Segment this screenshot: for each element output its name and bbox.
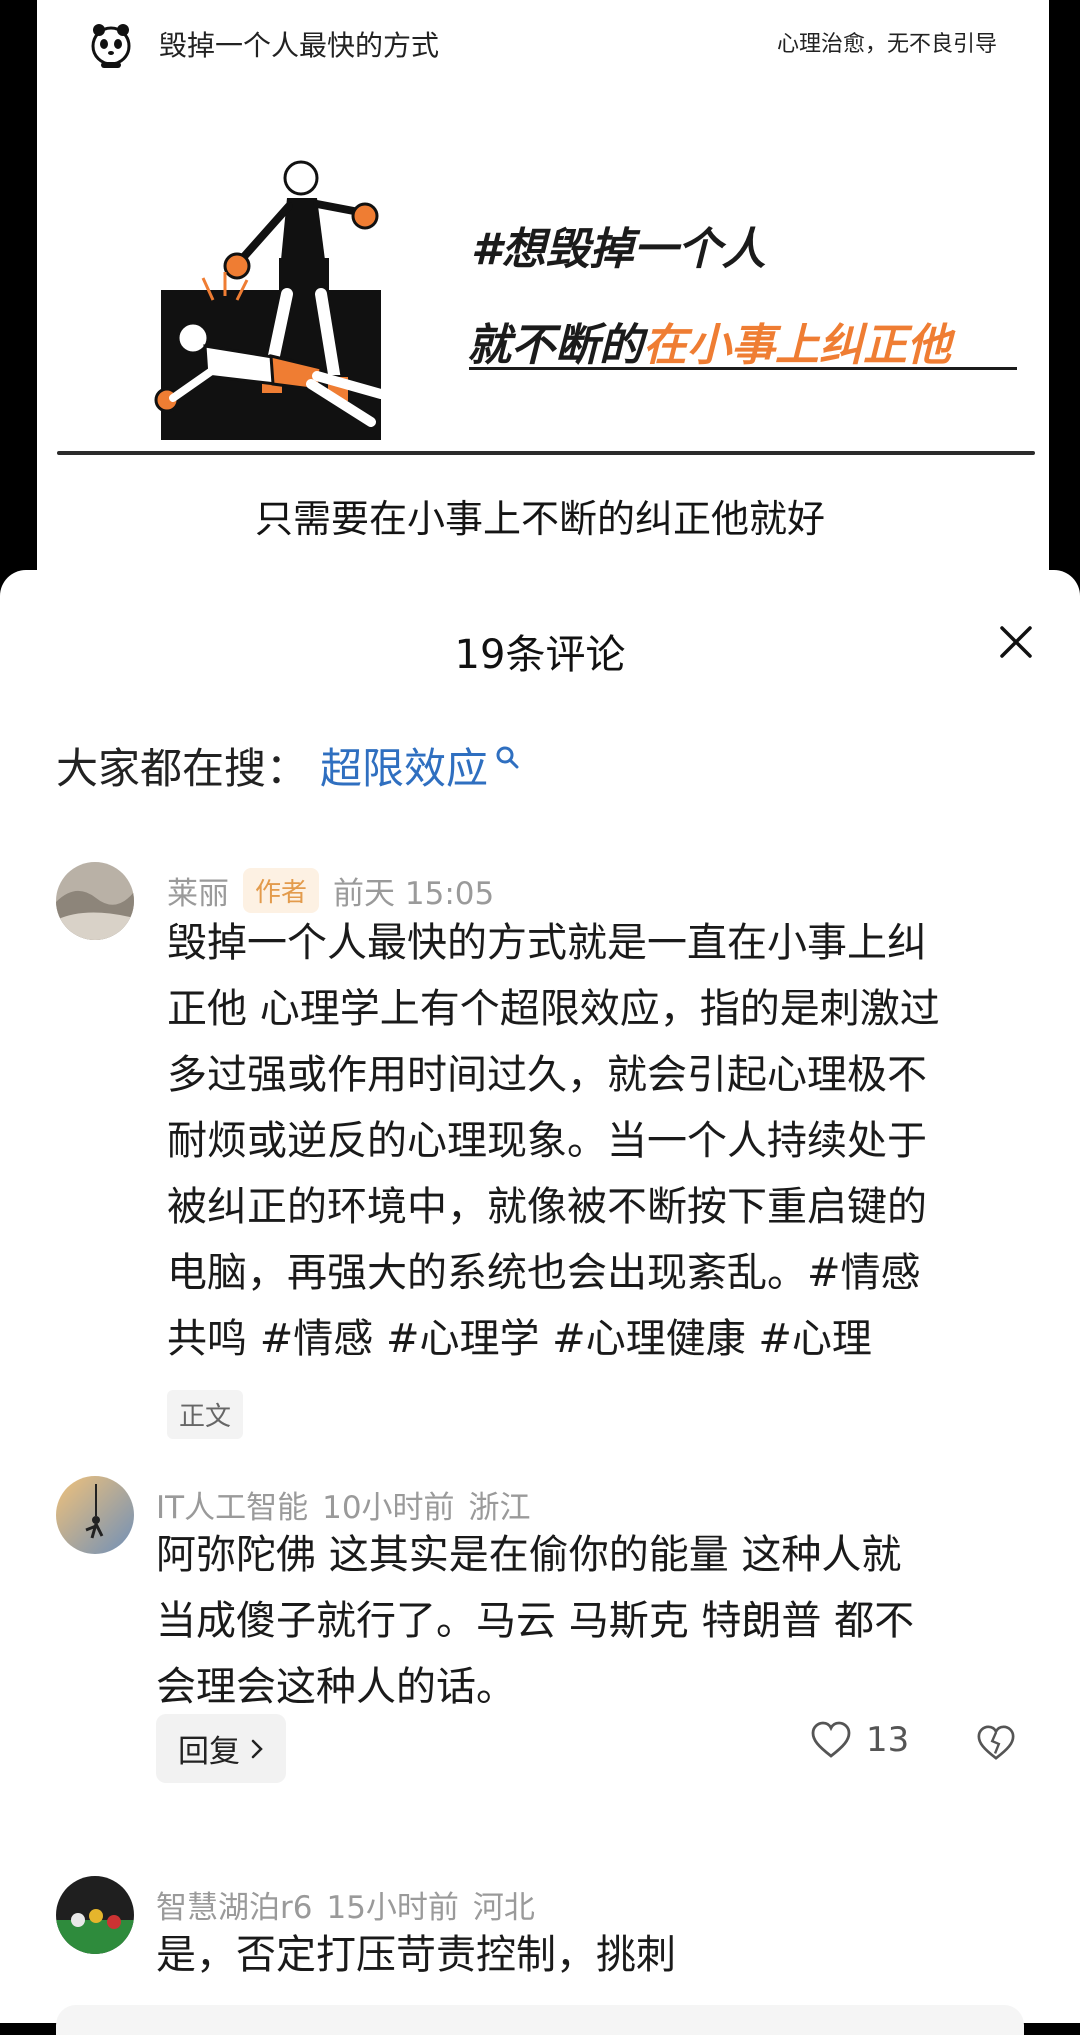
boxing-illustration: [154, 160, 386, 440]
comment-item: IT人工智能 10小时前 浙江 阿弥陀佛 这其实是在偷你的能量 这种人就 当成傻…: [0, 1470, 1080, 1783]
comment-meta: 智慧湖泊r6 15小时前 河北: [156, 1882, 535, 1927]
hot-search-label: 大家都在搜：: [56, 744, 309, 793]
comment-line: 多过强或作用时间过久，就会引起心理极不: [167, 1052, 927, 1098]
comment-item: 智慧湖泊r6 15小时前 河北 是，否定打压苛责控制，挑刺: [0, 1870, 1080, 2000]
heart-icon: [811, 1721, 851, 1758]
comment-line: 会理会这种人的话。: [156, 1664, 516, 1710]
video-area[interactable]: 毁掉一个人最快的方式 心理治愈，无不良引导 #想毁掉一个人 就不断的在小事上纠正…: [0, 0, 1080, 600]
broken-heart-icon[interactable]: [976, 1724, 1016, 1762]
comment-location: 河北: [472, 1890, 535, 1926]
reply-label: 回复: [178, 1734, 240, 1770]
like-button[interactable]: 13: [810, 1720, 909, 1760]
comment-username[interactable]: 莱丽: [167, 868, 229, 913]
comment-meta: 莱丽 作者 前天 15:05: [167, 868, 494, 913]
comment-line: 是，否定打压苛责控制，挑刺: [156, 1932, 676, 1978]
headline-line1: #想毁掉一个人: [471, 224, 766, 275]
reply-button[interactable]: 回复: [156, 1714, 286, 1783]
comment-line: 共鸣 #情感 #心理学 #心理健康 #心理: [167, 1316, 872, 1362]
headline-line2: 就不断的在小事上纠正他: [467, 309, 951, 373]
chevron-right-icon: [251, 1739, 263, 1758]
comment-username[interactable]: IT人工智能: [156, 1482, 308, 1527]
video-brand-title: 毁掉一个人最快的方式: [159, 29, 440, 62]
author-badge: 作者: [243, 868, 320, 913]
comment-count-title: 19条评论: [454, 632, 626, 678]
comment-line: 电脑，再强大的系统也会出现紊乱。#情感: [167, 1250, 921, 1296]
avatar-image: [56, 1476, 134, 1554]
video-divider: [57, 451, 1035, 455]
comment-line: 耐烦或逆反的心理现象。当一个人持续处于: [167, 1118, 927, 1164]
comment-line: 阿弥陀佛 这其实是在偷你的能量 这种人就: [156, 1532, 902, 1578]
close-icon[interactable]: [992, 618, 1040, 666]
headline-underline: [469, 367, 1017, 370]
comment-line: 被纠正的环境中，就像被不断按下重启键的: [167, 1184, 927, 1230]
comment-line: 当成傻子就行了。马云 马斯克 特朗普 都不: [156, 1598, 915, 1644]
avatar-image: [56, 1876, 134, 1954]
comment-text[interactable]: 毁掉一个人最快的方式就是一直在小事上纠 正他 心理学上有个超限效应，指的是刺激过…: [167, 910, 940, 1372]
avatar[interactable]: [56, 1476, 134, 1554]
comment-item: 莱丽 作者 前天 15:05 毁掉一个人最快的方式就是一直在小事上纠 正他 心理…: [0, 850, 1080, 1439]
comment-meta: IT人工智能 10小时前 浙江: [156, 1482, 531, 1527]
like-count: 13: [866, 1720, 910, 1760]
hot-search-link[interactable]: 超限效应: [320, 735, 488, 796]
comment-line: 毁掉一个人最快的方式就是一直在小事上纠: [167, 920, 927, 966]
avatar[interactable]: [56, 862, 134, 940]
comment-time: 15小时前: [326, 1890, 459, 1926]
video-subtitle: 只需要在小事上不断的纠正他就好: [254, 497, 825, 541]
search-icon[interactable]: [494, 744, 520, 770]
comment-username[interactable]: 智慧湖泊r6: [156, 1882, 312, 1927]
comment-time: 10小时前: [322, 1490, 455, 1526]
video-brand: 毁掉一个人最快的方式: [85, 16, 439, 72]
headline-line2-orange: 在小事上纠正他: [643, 320, 951, 371]
comment-line: 正他 心理学上有个超限效应，指的是刺激过: [167, 986, 940, 1032]
next-comment-card: [56, 2005, 1024, 2035]
comment-text[interactable]: 阿弥陀佛 这其实是在偷你的能量 这种人就 当成傻子就行了。马云 马斯克 特朗普 …: [156, 1522, 914, 1720]
video-tagline: 心理治愈，无不良引导: [776, 32, 997, 57]
comment-location: 浙江: [468, 1490, 531, 1526]
hot-search-row: 大家都在搜： 超限效应: [56, 735, 520, 796]
comment-time: 前天 15:05: [333, 876, 495, 912]
avatar-image: [56, 862, 134, 940]
comment-text[interactable]: 是，否定打压苛责控制，挑刺: [156, 1922, 676, 1988]
headline-line2-black: 就不断的: [467, 320, 643, 371]
comment-sheet: 19条评论 大家都在搜： 超限效应 莱丽 作者 前天 15:05 毁掉一个人最快…: [0, 570, 1080, 2035]
avatar[interactable]: [56, 1876, 134, 1954]
content-chip[interactable]: 正文: [167, 1390, 244, 1439]
panda-logo-icon: [91, 24, 131, 68]
